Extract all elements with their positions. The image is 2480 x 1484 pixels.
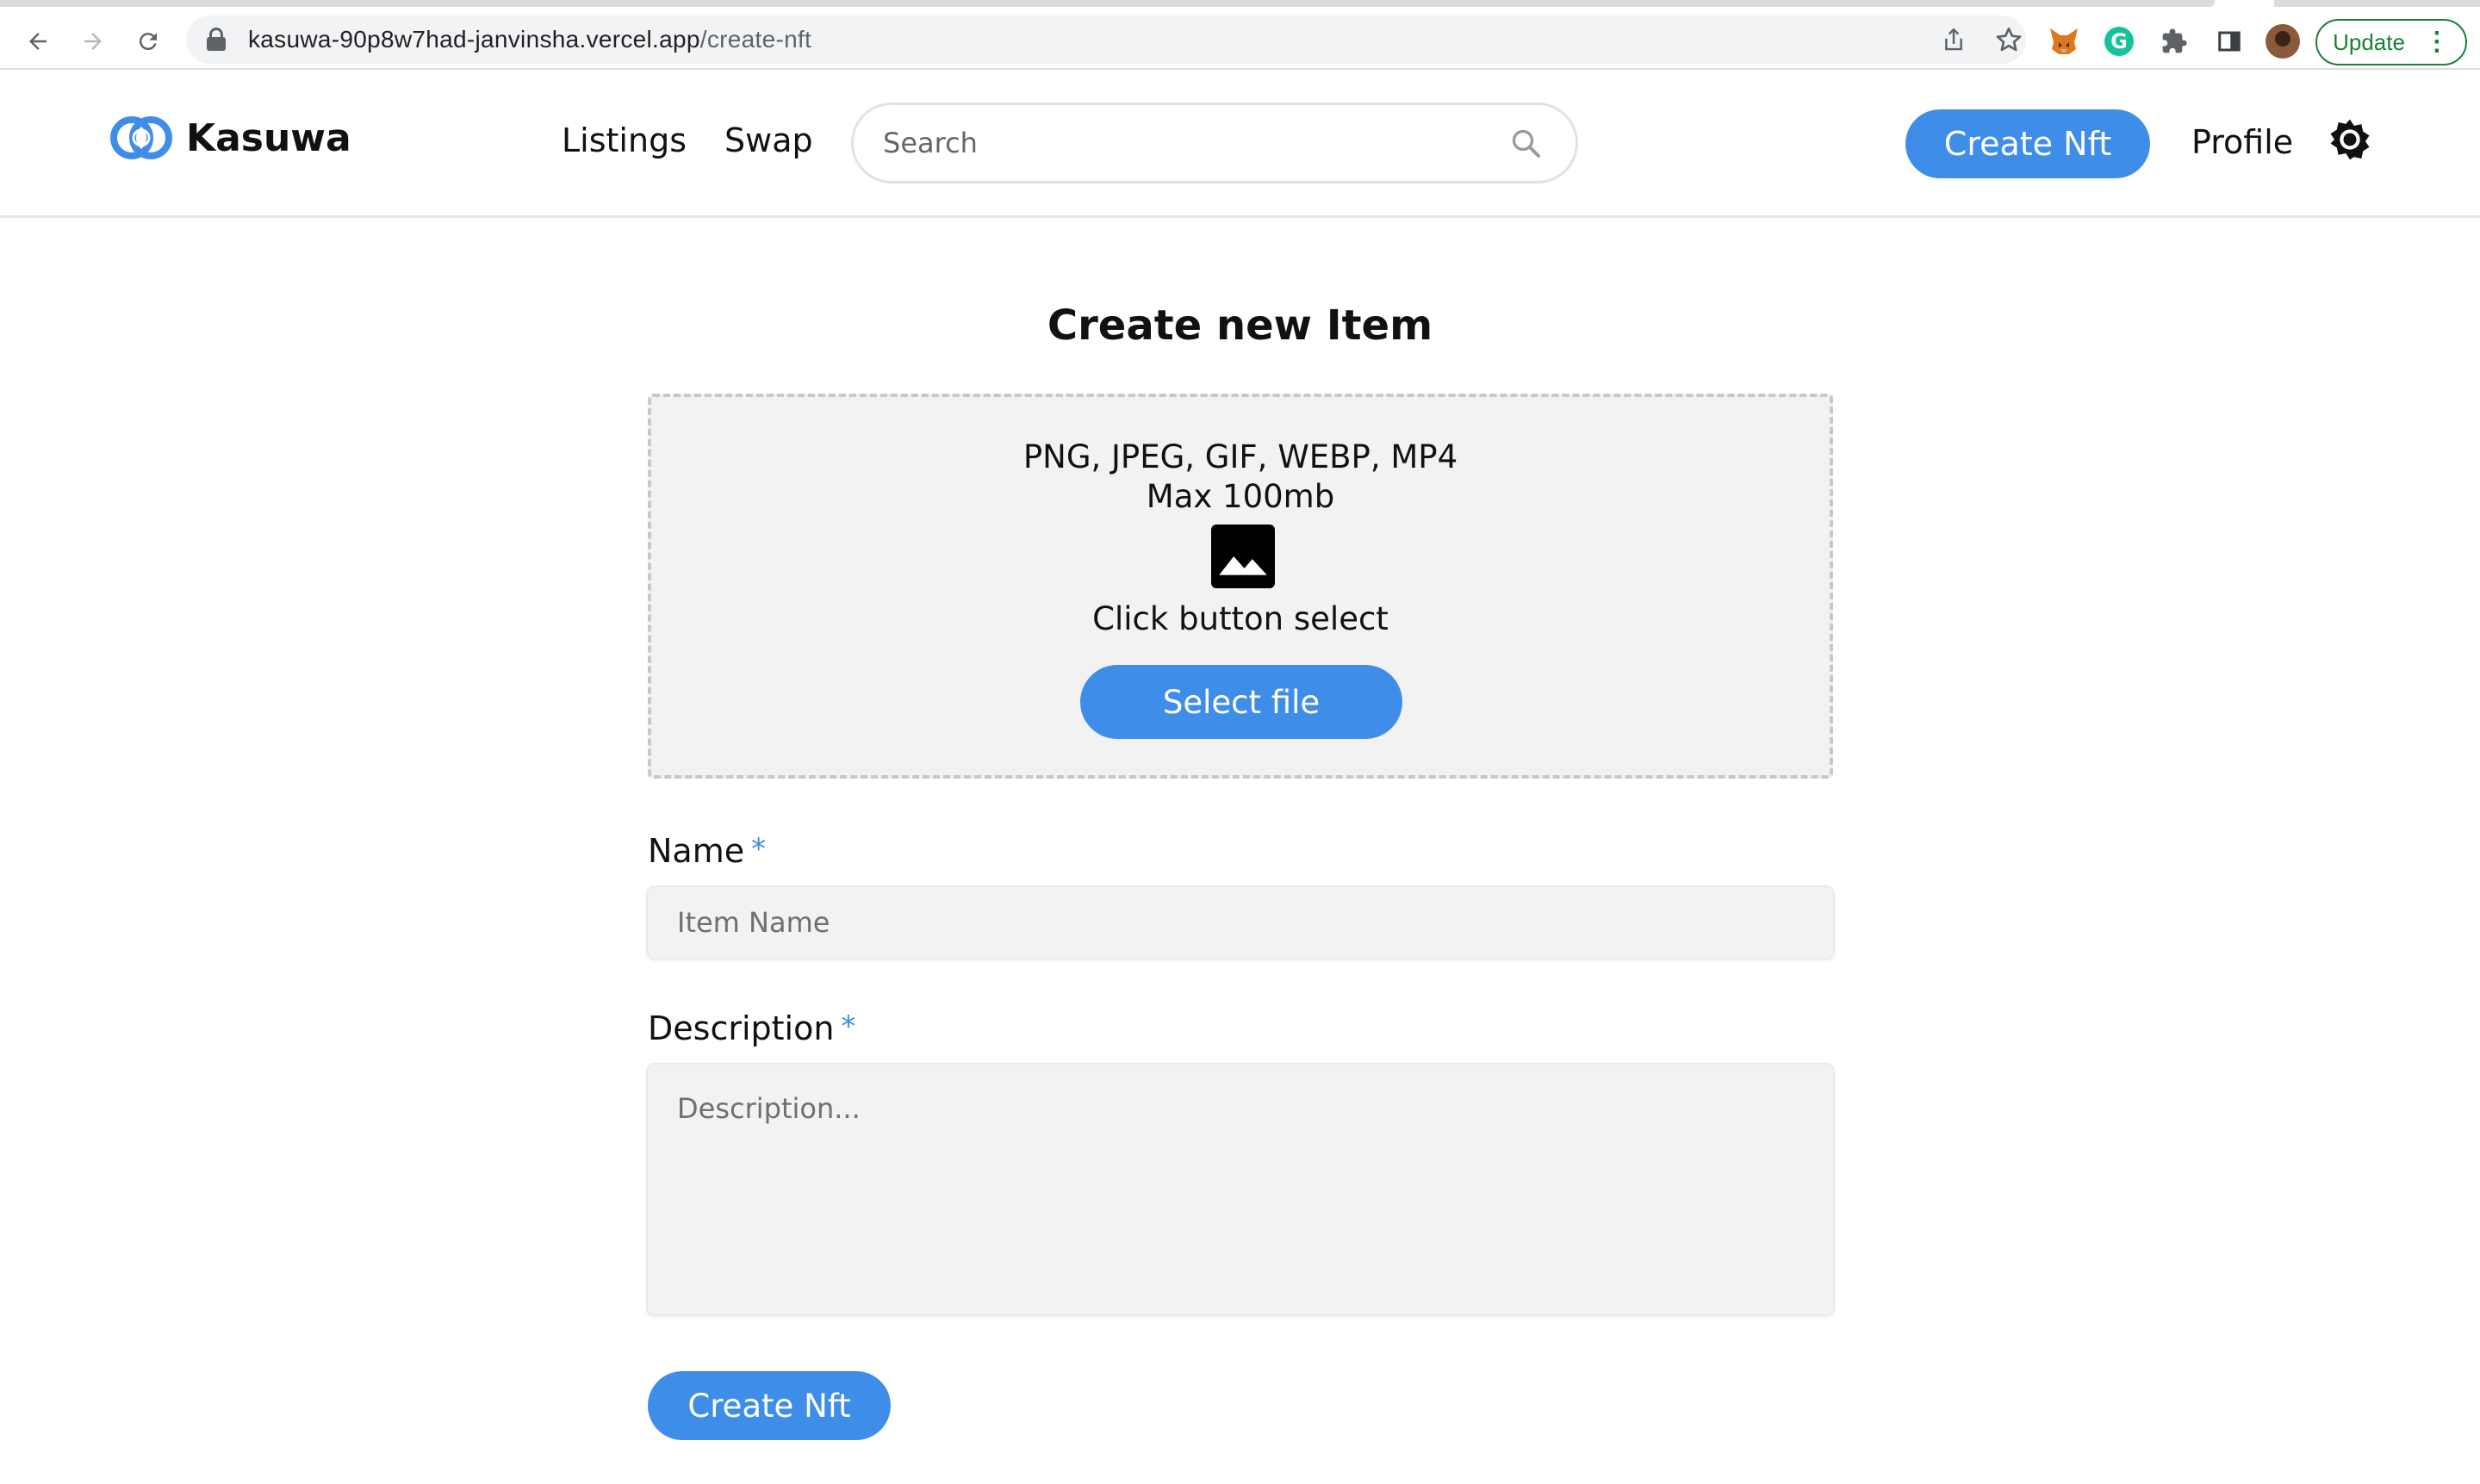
search-input[interactable] — [883, 127, 1486, 159]
file-dropzone[interactable]: PNG, JPEG, GIF, WEBP, MP4 Max 100mb Clic… — [648, 394, 1833, 779]
lock-icon[interactable] — [207, 28, 226, 52]
forward-arrow-icon[interactable] — [74, 22, 112, 60]
image-placeholder-icon — [1211, 525, 1275, 588]
required-asterisk: * — [841, 1009, 856, 1044]
name-field-label: Name * — [648, 832, 766, 870]
description-textarea[interactable] — [646, 1063, 1835, 1316]
address-bar[interactable]: kasuwa-90p8w7had-janvinsha.vercel.app/cr… — [186, 16, 2026, 64]
search-bar — [851, 102, 1578, 183]
dropzone-max-size-text: Max 100mb — [1146, 478, 1335, 515]
tab-strip-background-right — [2274, 0, 2480, 7]
tab-strip-background — [0, 0, 2215, 7]
browser-toolbar: kasuwa-90p8w7had-janvinsha.vercel.app/cr… — [0, 7, 2480, 70]
url-path: /create-nft — [699, 26, 812, 53]
nav-listings-link[interactable]: Listings — [562, 121, 687, 159]
dropzone-formats-text: PNG, JPEG, GIF, WEBP, MP4 — [1022, 438, 1458, 475]
nav-swap-link[interactable]: Swap — [724, 121, 813, 159]
back-arrow-icon[interactable] — [19, 22, 57, 60]
side-panel-icon[interactable] — [2212, 24, 2247, 59]
header-create-nft-button[interactable]: Create Nft — [1905, 109, 2150, 178]
required-asterisk: * — [751, 832, 767, 866]
description-label-text: Description — [648, 1009, 835, 1047]
brand-logo[interactable]: Kasuwa — [109, 115, 351, 161]
description-field-label: Description * — [648, 1009, 855, 1047]
search-icon[interactable] — [1510, 127, 1541, 158]
url-host: kasuwa-90p8w7had-janvinsha.vercel.app — [248, 26, 700, 53]
metamask-fox-icon[interactable] — [2047, 24, 2081, 59]
kebab-menu-icon[interactable]: ⋮ — [2424, 29, 2450, 55]
brand-name: Kasuwa — [186, 115, 351, 160]
site-header: Kasuwa Listings Swap Create Nft Profile — [0, 70, 2480, 218]
reload-icon[interactable] — [129, 22, 167, 60]
share-icon[interactable] — [1935, 21, 1973, 59]
grammarly-icon[interactable]: G — [2104, 27, 2134, 56]
profile-avatar[interactable] — [2266, 24, 2300, 59]
name-label-text: Name — [648, 832, 745, 870]
extensions-puzzle-icon[interactable] — [2157, 24, 2191, 59]
nav-profile-link[interactable]: Profile — [2191, 123, 2293, 161]
theme-toggle-icon[interactable] — [2328, 118, 2371, 161]
bookmark-star-icon[interactable] — [1990, 21, 2028, 59]
update-button[interactable]: Update ⋮ — [2315, 19, 2467, 65]
kasuwa-logo-icon — [110, 116, 172, 159]
update-label: Update — [2333, 28, 2405, 55]
url-text: kasuwa-90p8w7had-janvinsha.vercel.app/cr… — [248, 26, 811, 53]
create-nft-submit-button[interactable]: Create Nft — [648, 1371, 891, 1440]
page-title: Create new Item — [1047, 301, 1433, 350]
dropzone-hint-text: Click button select — [1092, 600, 1389, 637]
select-file-button[interactable]: Select file — [1080, 665, 1402, 739]
item-name-input[interactable] — [646, 885, 1835, 959]
